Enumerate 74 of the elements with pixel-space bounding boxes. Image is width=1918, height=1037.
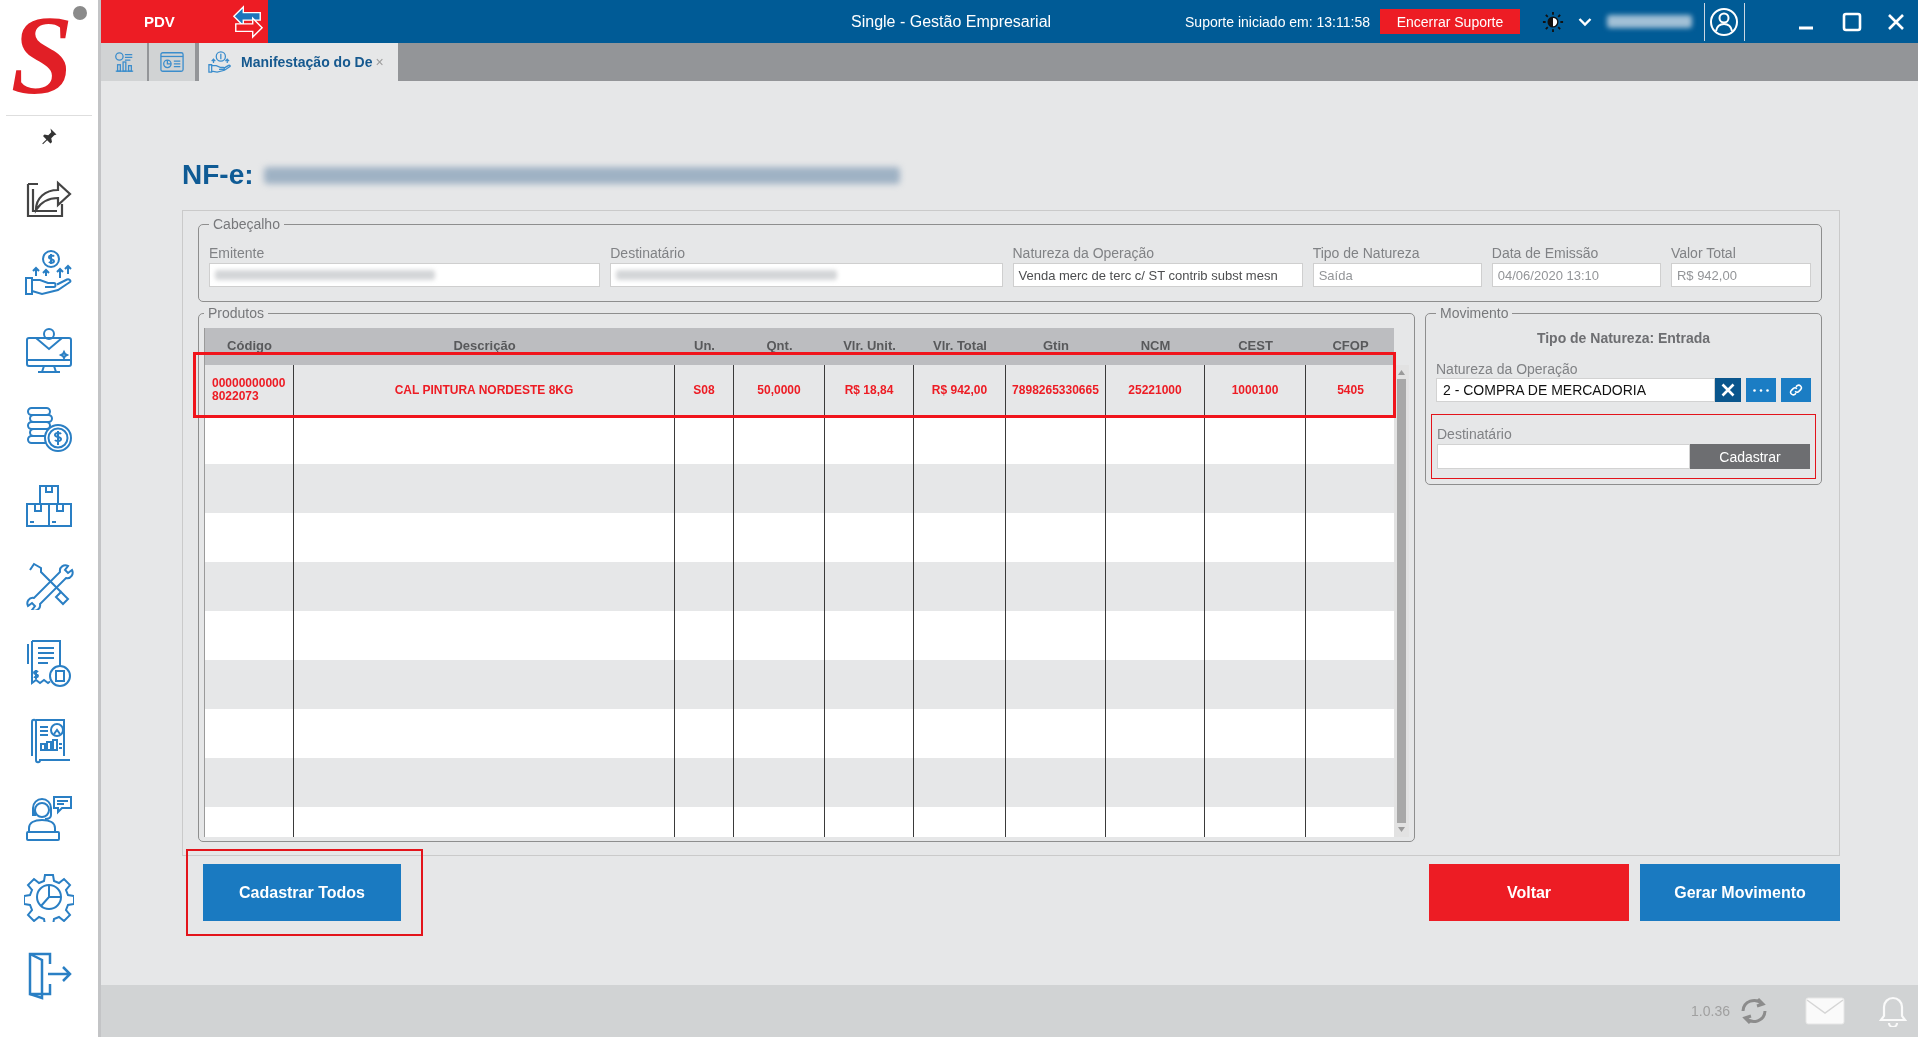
text-field[interactable]: Venda merc de terc c/ ST contrib subst mesn <box>1012 263 1303 287</box>
table-cell: 000000000008022073 <box>205 365 294 415</box>
column-header[interactable]: Gtin <box>1006 328 1106 365</box>
tab[interactable] <box>149 43 195 81</box>
monitor-person-icon[interactable] <box>24 326 74 376</box>
more-icon <box>1753 388 1769 392</box>
column-header[interactable]: Código <box>205 328 294 365</box>
close-icon <box>1721 383 1735 397</box>
link-icon <box>1789 383 1803 397</box>
table-cell: CAL PINTURA NORDESTE 8KG <box>294 365 675 415</box>
column-header[interactable]: Un. <box>675 328 734 365</box>
logo-letter: S <box>10 8 74 104</box>
column-header[interactable]: Qnt. <box>734 328 825 365</box>
document-title: NF-e: <box>182 158 254 192</box>
back-button[interactable]: Voltar <box>1429 864 1629 921</box>
tab[interactable]: Manifestação do De × <box>199 43 398 81</box>
end-support-button[interactable]: Encerrar Suporte <box>1380 9 1520 34</box>
nature-type-text: Tipo de Natureza: Entrada <box>1535 330 1712 346</box>
receipt-icon[interactable] <box>24 638 74 688</box>
vertical-scrollbar[interactable] <box>1394 365 1409 837</box>
table-cell: R$ 942,00 <box>914 365 1006 415</box>
table-cell: 25221000 <box>1106 365 1205 415</box>
section-legend: Cabeçalho <box>209 216 284 232</box>
hand-coins-icon <box>207 51 231 73</box>
window-title: Single - Gestão Empresarial <box>851 12 1052 31</box>
pin-icon[interactable] <box>40 127 58 145</box>
table-cell: 50,0000 <box>734 365 825 415</box>
field-label: Natureza da Operação <box>1012 245 1156 261</box>
register-button[interactable]: Cadastrar <box>1690 444 1810 469</box>
pdv-button[interactable]: PDV <box>101 0 268 43</box>
field-label: Destinatário <box>1437 426 1512 442</box>
table-cell: 1000100 <box>1205 365 1306 415</box>
table-cell: R$ 18,84 <box>825 365 914 415</box>
hand-coins-icon[interactable] <box>24 248 74 298</box>
register-all-button[interactable]: Cadastrar Todos <box>203 864 401 921</box>
maximize-icon[interactable] <box>1842 11 1862 32</box>
input-field[interactable] <box>1437 444 1690 469</box>
field-label: Destinatário <box>610 245 686 261</box>
gear-chart-icon[interactable] <box>24 872 74 922</box>
tools-icon[interactable] <box>24 560 74 610</box>
column-header[interactable]: Descrição <box>294 328 675 365</box>
close-icon[interactable] <box>1887 12 1905 31</box>
more-button[interactable] <box>1746 378 1776 402</box>
user-avatar-icon[interactable] <box>1710 7 1738 36</box>
chart-coin-icon <box>112 51 136 73</box>
column-header[interactable]: NCM <box>1106 328 1205 365</box>
column-header[interactable]: Vlr. Unit. <box>825 328 914 365</box>
theme-icon[interactable] <box>1542 10 1564 33</box>
field-label: Tipo de Natureza <box>1312 245 1421 261</box>
table-cell: S08 <box>675 365 734 415</box>
coins-icon[interactable] <box>24 404 74 454</box>
operation-field[interactable]: 2 - COMPRA DE MERCADORIA <box>1436 378 1715 402</box>
dot-icon <box>73 6 88 20</box>
column-header[interactable]: CEST <box>1205 328 1306 365</box>
column-header[interactable]: CFOP <box>1306 328 1395 365</box>
close-tab-button[interactable]: × <box>373 54 386 70</box>
support-agent-icon[interactable] <box>24 794 74 844</box>
column-header[interactable]: Vlr. Total <box>914 328 1006 365</box>
clear-button[interactable] <box>1715 378 1741 402</box>
dashboard-icon <box>160 51 184 73</box>
field-label: Valor Total <box>1670 245 1737 261</box>
field-label: Data de Emissão <box>1491 245 1600 261</box>
field-label: Emitente <box>209 245 266 261</box>
link-button[interactable] <box>1781 378 1811 402</box>
table-cell: 7898265330665 <box>1006 365 1106 415</box>
field-label: Natureza da Operação <box>1436 361 1579 377</box>
chevron-down-icon[interactable] <box>1578 16 1592 27</box>
swap-arrows-icon <box>232 4 264 39</box>
generate-movement-button[interactable]: Gerar Movimento <box>1640 864 1840 921</box>
tab[interactable] <box>101 43 147 81</box>
support-status: Suporte iniciado em: 13:11:58 <box>1185 13 1370 30</box>
section-legend: Produtos <box>204 305 269 321</box>
section-legend: Movimento <box>1436 305 1513 321</box>
table-cell-text: 5405 <box>1336 382 1365 399</box>
